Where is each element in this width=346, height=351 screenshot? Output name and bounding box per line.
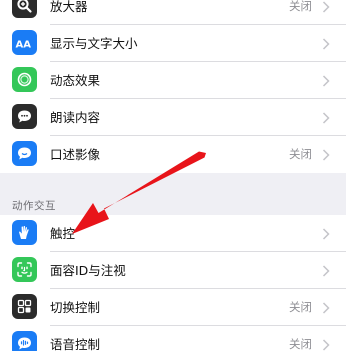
motion-icon xyxy=(12,67,37,92)
voice-control-icon xyxy=(12,331,37,351)
settings-row-label: 朗读内容 xyxy=(50,110,101,125)
settings-row-label: 触控 xyxy=(50,226,76,241)
magnifier-icon xyxy=(12,0,37,18)
settings-row-label: 口述影像 xyxy=(50,147,101,162)
settings-row-face-id-attention[interactable]: 面容ID与注视 xyxy=(0,252,346,289)
chevron-right-icon xyxy=(322,1,330,13)
settings-row-audio-descriptions[interactable]: 口述影像 关闭 xyxy=(0,136,346,173)
chevron-right-icon xyxy=(322,38,330,50)
settings-row-value: 关闭 xyxy=(289,147,312,161)
settings-row-display-text-size[interactable]: AA 显示与文字大小 xyxy=(0,25,346,62)
settings-row-spoken-content[interactable]: 朗读内容 xyxy=(0,99,346,136)
chevron-right-icon xyxy=(322,112,330,124)
settings-row-label: 放大器 xyxy=(50,0,88,14)
settings-row-label: 切换控制 xyxy=(50,300,101,315)
section-header-interaction: 动作交互 xyxy=(12,200,56,212)
audio-description-icon xyxy=(12,141,37,166)
settings-row-label: 显示与文字大小 xyxy=(50,36,138,51)
settings-row-value: 关闭 xyxy=(289,337,312,351)
vision-settings-group: 放大器 关闭 AA 显示与文字大小 动态效果 朗读内容 口述影像 关闭 xyxy=(0,0,346,173)
chevron-right-icon xyxy=(322,265,330,277)
settings-row-value: 关闭 xyxy=(289,300,312,314)
chevron-right-icon xyxy=(322,228,330,240)
touch-hand-icon xyxy=(12,220,37,245)
switch-control-icon xyxy=(12,294,37,319)
svg-text:AA: AA xyxy=(16,39,32,50)
settings-row-label: 语音控制 xyxy=(50,337,101,351)
speech-bubble-icon xyxy=(12,104,37,129)
text-size-icon: AA xyxy=(12,30,37,55)
settings-row-switch-control[interactable]: 切换控制 关闭 xyxy=(0,289,346,326)
settings-row-magnifier[interactable]: 放大器 关闭 xyxy=(0,0,346,25)
interaction-settings-group: 触控 面容ID与注视 切换控制 关闭 语音控制 关闭 xyxy=(0,215,346,351)
settings-row-label: 面容ID与注视 xyxy=(50,263,126,278)
chevron-right-icon xyxy=(322,149,330,161)
chevron-right-icon xyxy=(322,302,330,314)
settings-row-label: 动态效果 xyxy=(50,73,101,88)
settings-row-motion[interactable]: 动态效果 xyxy=(0,62,346,99)
accessibility-settings-screen: 放大器 关闭 AA 显示与文字大小 动态效果 朗读内容 口述影像 关闭 动作交互… xyxy=(0,0,346,351)
settings-row-touch[interactable]: 触控 xyxy=(0,215,346,252)
settings-row-value: 关闭 xyxy=(289,0,312,13)
face-id-icon xyxy=(12,257,37,282)
chevron-right-icon xyxy=(322,75,330,87)
chevron-right-icon xyxy=(322,339,330,351)
settings-row-voice-control[interactable]: 语音控制 关闭 xyxy=(0,326,346,351)
